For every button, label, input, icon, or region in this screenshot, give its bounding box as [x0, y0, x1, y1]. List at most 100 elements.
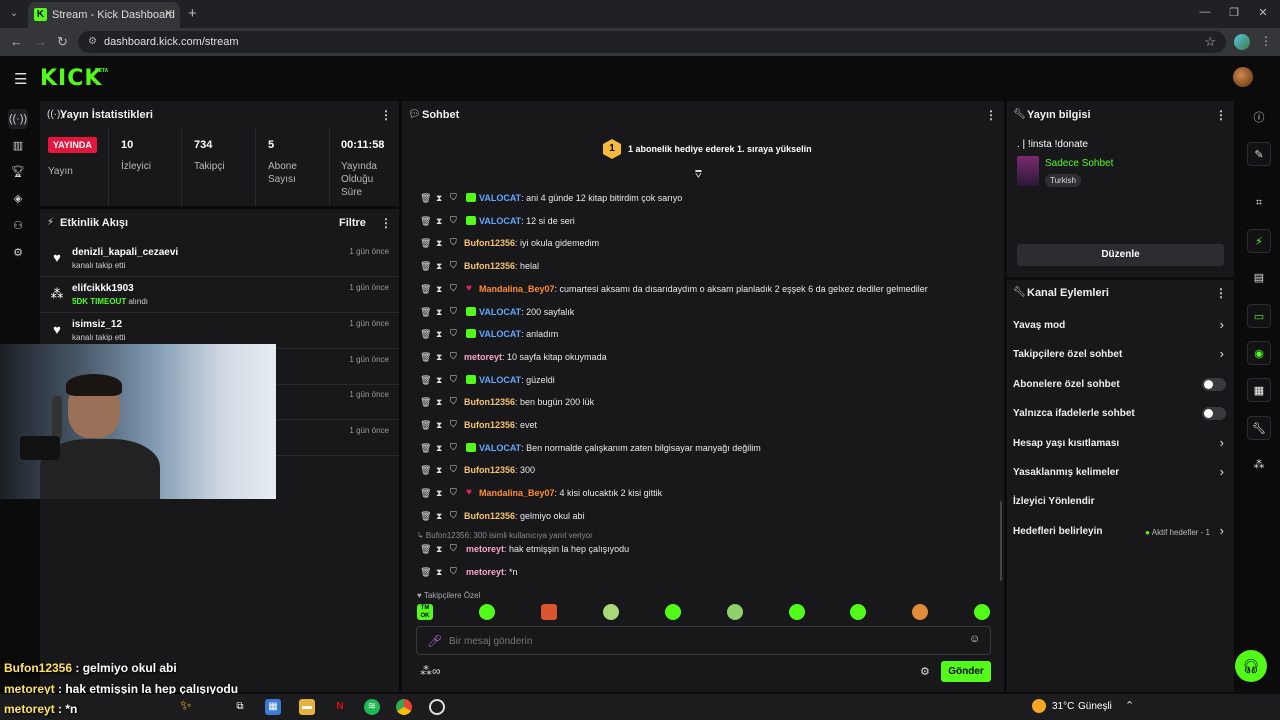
edit-button[interactable]: Düzenle [1017, 244, 1224, 266]
chat-message[interactable]: 🗑︎ ⧗ ⛉ Bufon12356: iyi okula gidemedim [404, 233, 1004, 255]
timeout-hourglass-icon[interactable]: ⧗ [436, 465, 442, 476]
apps-icon[interactable]: ⁂ [1247, 453, 1271, 477]
timeout-hourglass-icon[interactable]: ⧗ [436, 443, 442, 454]
ban-shield-icon[interactable]: ⛉ [450, 328, 457, 339]
channel-action-row[interactable]: Yalnızca ifadelerle sohbet [1007, 400, 1234, 429]
browser-profile-avatar[interactable] [1234, 34, 1250, 50]
trash-icon[interactable]: 🗑︎ [420, 443, 431, 454]
emote-icon[interactable] [603, 604, 619, 620]
chevron-right-icon[interactable]: › [1220, 464, 1224, 479]
ban-shield-icon[interactable]: ⛉ [450, 487, 457, 498]
trash-icon[interactable]: 🗑︎ [420, 420, 431, 431]
trash-icon[interactable]: 🗑︎ [420, 511, 431, 522]
ban-shield-icon[interactable]: ⛉ [450, 396, 457, 407]
timeout-hourglass-icon[interactable]: ⧗ [436, 261, 442, 272]
emote-icon[interactable] [789, 604, 805, 620]
chevron-right-icon[interactable]: › [1220, 523, 1224, 538]
channel-actions-menu-icon[interactable]: ⋮ [1215, 286, 1227, 300]
trash-icon[interactable]: 🗑︎ [420, 193, 431, 204]
chat-menu-icon[interactable]: ⋮ [985, 108, 997, 122]
trash-icon[interactable]: 🗑︎ [420, 284, 431, 295]
channel-points-icon[interactable]: ⁂∞ [420, 664, 441, 678]
timeout-hourglass-icon[interactable]: ⧗ [436, 420, 442, 431]
trash-icon[interactable]: 🗑︎ [420, 352, 431, 363]
chrome-icon[interactable] [396, 699, 412, 715]
store-icon[interactable]: ▦ [265, 699, 281, 715]
ban-shield-icon[interactable]: ⛉ [450, 351, 457, 362]
stats-menu-icon[interactable]: ⋮ [380, 108, 392, 122]
chat-message[interactable]: 🗑︎ ⧗ ⛉ metoreyt: *n [404, 562, 1004, 584]
emote-icon[interactable] [912, 604, 928, 620]
ban-shield-icon[interactable]: ⛉ [450, 419, 457, 430]
trash-icon[interactable]: 🗑︎ [420, 488, 431, 499]
forward-icon[interactable]: → [34, 34, 47, 49]
chat-message[interactable]: 🗑︎ ⧗ ⛉ VALOCAT: 12 si de seri [404, 211, 1004, 233]
trash-icon[interactable]: 🗑︎ [420, 216, 431, 227]
toggle-switch[interactable] [1202, 377, 1226, 391]
chat-message[interactable]: 🗑︎ ⧗ ⛉ ♥ Mandalina_Bey07: 4 kisi olucaktık 2… [404, 483, 1004, 505]
kick-logo[interactable]: KICK [40, 66, 102, 91]
filter-button[interactable]: Filtre [339, 217, 366, 229]
channel-action-row[interactable]: Takipçilere özel sohbet › [1007, 341, 1234, 370]
emote-icon[interactable] [974, 604, 990, 620]
moderation-icon[interactable]: ◈ [8, 189, 28, 209]
ban-shield-icon[interactable]: ⛉ [450, 283, 457, 294]
broadcast-icon[interactable]: ((·)) [8, 109, 28, 129]
chat-message[interactable]: 🗑︎ ⧗ ⛉ VALOCAT: 200 sayfalık [404, 302, 1004, 324]
tray-chevron-icon[interactable]: ⌃ [1125, 699, 1134, 712]
trash-icon[interactable]: 🗑︎ [420, 544, 431, 555]
trophy-icon[interactable]: 🏆︎ [8, 162, 28, 182]
url-text[interactable]: dashboard.kick.com/stream [104, 36, 239, 48]
close-window-icon[interactable]: ✕ [1254, 6, 1272, 19]
ban-shield-icon[interactable]: ⛉ [450, 306, 457, 317]
ban-shield-icon[interactable]: ⛉ [450, 237, 457, 248]
hamburger-menu-icon[interactable]: ☰ [14, 70, 27, 88]
category-name[interactable]: Sadece Sohbet [1045, 158, 1113, 169]
trash-icon[interactable]: 🗑︎ [420, 567, 431, 578]
send-button[interactable]: Gönder [941, 661, 991, 682]
trash-icon[interactable]: 🗑︎ [420, 307, 431, 318]
channel-action-row[interactable]: Hedefleri belirleyin › ● Aktif hedefler - … [1007, 518, 1234, 547]
ban-shield-icon[interactable]: ⛉ [450, 510, 457, 521]
chat-message[interactable]: 🗑︎ ⧗ ⛉ metoreyt: hak etmişşin la hep çalışı… [404, 539, 1004, 561]
timeout-hourglass-icon[interactable]: ⧗ [436, 284, 442, 295]
minimize-icon[interactable]: — [1196, 6, 1214, 18]
timeout-hourglass-icon[interactable]: ⧗ [436, 238, 442, 249]
timeout-hourglass-icon[interactable]: ⧗ [436, 193, 442, 204]
trash-icon[interactable]: 🗑︎ [420, 238, 431, 249]
chat-panel-icon[interactable]: ▭ [1247, 304, 1271, 328]
back-icon[interactable]: ← [10, 34, 23, 49]
chat-input-box[interactable]: 🎤︎ ☺ [416, 626, 991, 655]
info-icon[interactable]: ⓘ [1247, 106, 1271, 130]
netflix-icon[interactable]: N [332, 699, 348, 715]
emote-icon[interactable] [850, 604, 866, 620]
ban-shield-icon[interactable]: ⛉ [450, 464, 457, 475]
ban-shield-icon[interactable]: ⛉ [450, 215, 457, 226]
toggle-switch[interactable] [1202, 407, 1226, 421]
gift-banner[interactable]: 1 1 abonelik hediye ederek 1. sıraya yük… [402, 127, 1004, 179]
timeout-hourglass-icon[interactable]: ⧗ [436, 511, 442, 522]
browser-menu-icon[interactable]: ⋮ [1260, 34, 1272, 48]
channel-action-row[interactable]: Yasaklanmış kelimeler › [1007, 459, 1234, 488]
stream-info-menu-icon[interactable]: ⋮ [1215, 108, 1227, 122]
chat-message[interactable]: 🗑︎ ⧗ ⛉ Bufon12356: helal [404, 256, 1004, 278]
timeout-hourglass-icon[interactable]: ⧗ [436, 375, 442, 386]
channel-action-row[interactable]: Hesap yaşı kısıtlaması › [1007, 430, 1234, 459]
omnibox[interactable]: ⚙ dashboard.kick.com/stream ☆ [78, 31, 1226, 53]
chat-message-input[interactable] [449, 632, 959, 650]
chat-message[interactable]: 🗑︎ ⧗ ⛉ VALOCAT: güzeldi [404, 370, 1004, 392]
activity-item[interactable]: ♥ denizli_kapali_cezaevi kanalı takip et… [40, 241, 399, 277]
channel-action-row[interactable]: İzleyici Yönlendir [1007, 488, 1234, 517]
timeout-hourglass-icon[interactable]: ⧗ [436, 329, 442, 340]
ban-shield-icon[interactable]: ⛉ [450, 442, 457, 453]
activity-menu-icon[interactable]: ⋮ [380, 216, 392, 230]
trash-icon[interactable]: 🗑︎ [420, 329, 431, 340]
timeout-hourglass-icon[interactable]: ⧗ [436, 216, 442, 227]
reload-icon[interactable]: ↻ [57, 34, 68, 50]
chat-message[interactable]: 🗑︎ ⧗ ⛉ VALOCAT: Ben normalde çalışkanım zat… [404, 438, 1004, 460]
close-tab-icon[interactable]: ✕ [164, 7, 173, 20]
emote-tm-ok[interactable]: TM OK [417, 604, 433, 620]
ban-shield-icon[interactable]: ⛉ [450, 260, 457, 271]
chat-message[interactable]: 🗑︎ ⧗ ⛉ Bufon12356: evet [404, 415, 1004, 437]
layout-icon[interactable]: ▦ [1247, 378, 1271, 402]
